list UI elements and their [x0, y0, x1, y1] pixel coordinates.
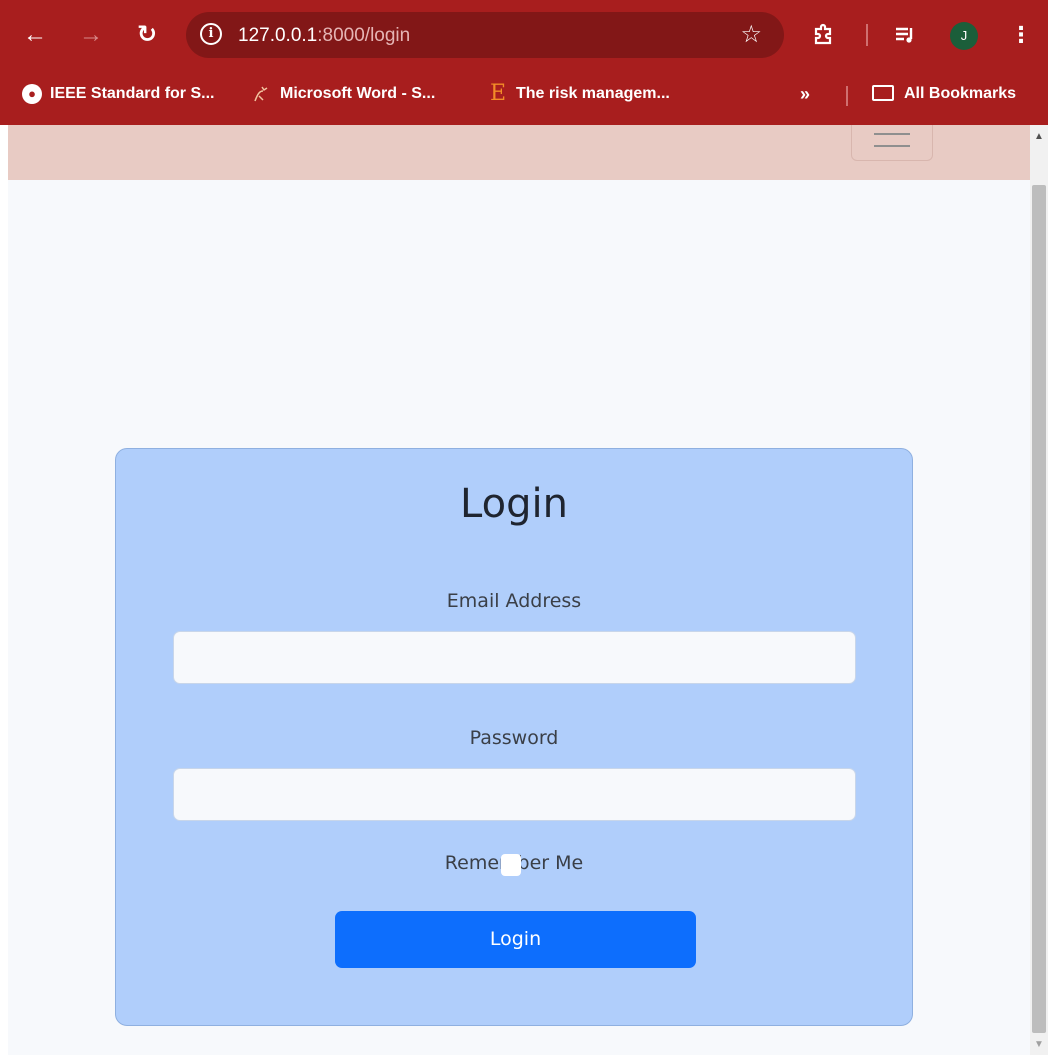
bookmark-star-icon[interactable]: ☆	[740, 20, 762, 49]
login-card: Login Email Address Password Remember Me…	[115, 448, 913, 1026]
back-arrow-icon[interactable]: ←	[18, 18, 52, 52]
e-letter-icon: E	[489, 80, 507, 106]
extensions-puzzle-icon[interactable]	[806, 18, 840, 52]
email-field[interactable]	[173, 631, 856, 684]
site-navbar	[8, 125, 1030, 180]
site-info-icon[interactable]: i	[200, 23, 222, 45]
address-bar[interactable]: i 127.0.0.1:8000/login ☆	[186, 12, 784, 58]
bookmark-label: Microsoft Word - S...	[280, 85, 436, 102]
page-title: Login	[460, 481, 568, 527]
kebab-menu-icon[interactable]: ⋮	[1004, 18, 1038, 52]
email-label: Email Address	[446, 590, 582, 612]
bookmark-label: The risk managem...	[516, 85, 670, 102]
remember-me-checkbox[interactable]	[500, 854, 521, 876]
scrollbar-thumb[interactable]	[1032, 185, 1046, 1033]
page-scrollbar[interactable]: ▲ ▼	[1030, 125, 1048, 1055]
forward-arrow-icon[interactable]: →	[74, 18, 108, 52]
page-viewport: Login Email Address Password Remember Me…	[8, 125, 1030, 1055]
password-label: Password	[469, 727, 559, 749]
url-path: :8000/login	[317, 25, 411, 46]
remember-me-row: Remember Me	[116, 852, 912, 876]
bookmark-label: IEEE Standard for S...	[50, 85, 215, 102]
more-bookmarks-chevron-icon[interactable]: »	[800, 80, 810, 108]
bookmarks-divider	[846, 86, 848, 106]
bookmarks-bar: ● IEEE Standard for S... Microsoft Word -…	[0, 72, 1048, 116]
globe-icon: ●	[22, 83, 42, 104]
browser-chrome: ← → ↻ i 127.0.0.1:8000/login ☆ J ⋮ ● IEEE…	[0, 0, 1048, 125]
toolbar-divider	[866, 24, 868, 46]
all-bookmarks-label: All Bookmarks	[904, 85, 1017, 102]
all-bookmarks-button[interactable]: All Bookmarks	[872, 80, 1016, 108]
reload-icon[interactable]: ↻	[130, 18, 164, 52]
login-button[interactable]: Login	[335, 911, 696, 968]
profile-avatar[interactable]: J	[950, 22, 978, 50]
bookmark-item-ieee[interactable]: ● IEEE Standard for S...	[22, 80, 214, 108]
address-url[interactable]: 127.0.0.1:8000/login	[238, 25, 410, 47]
folder-icon	[872, 84, 894, 101]
password-field[interactable]	[173, 768, 856, 821]
url-host: 127.0.0.1	[238, 25, 318, 46]
bookmark-item-risk[interactable]: E The risk managem...	[488, 80, 670, 108]
bookmark-item-word[interactable]: Microsoft Word - S...	[252, 80, 435, 108]
document-icon	[252, 84, 272, 104]
scroll-up-arrow-icon[interactable]: ▲	[1030, 129, 1048, 145]
scroll-down-arrow-icon[interactable]: ▼	[1030, 1037, 1048, 1053]
hamburger-menu-icon[interactable]	[851, 125, 933, 161]
media-control-icon[interactable]	[888, 18, 922, 52]
remember-me-wrapper: Remember Me	[445, 852, 583, 876]
browser-toolbar: ← → ↻ i 127.0.0.1:8000/login ☆ J ⋮	[0, 0, 1048, 70]
